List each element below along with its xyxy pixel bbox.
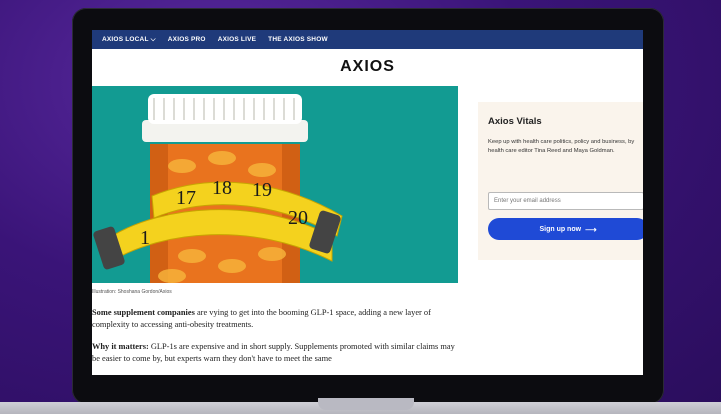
tape-number: 20 <box>288 207 308 229</box>
paragraph-lead: Some supplement companies <box>92 308 195 317</box>
browser-screen: AXIOS LOCAL ⌵ AXIOS PRO AXIOS LIVE THE AX… <box>92 30 643 375</box>
tape-number: 18 <box>212 177 232 199</box>
nav-axios-live[interactable]: AXIOS LIVE <box>218 36 256 43</box>
tape-number: 1 <box>140 227 150 249</box>
newsletter-title: Axios Vitals <box>488 116 542 127</box>
article-paragraph: Some supplement companies are vying to g… <box>92 307 462 331</box>
nav-axios-local[interactable]: AXIOS LOCAL ⌵ <box>102 36 156 44</box>
logo-row: AXIOS <box>92 49 643 85</box>
nav-axios-pro[interactable]: AXIOS PRO <box>168 36 206 43</box>
axios-logo[interactable]: AXIOS <box>340 58 395 76</box>
newsletter-signup-card: Axios Vitals Keep up with health care po… <box>478 102 643 260</box>
tape-number: 19 <box>252 179 272 201</box>
email-input[interactable]: Enter your email address <box>488 192 643 210</box>
arrow-right-icon: ⟶ <box>585 224 597 234</box>
newsletter-description: Keep up with health care politics, polic… <box>488 139 635 154</box>
paragraph-lead: Why it matters: <box>92 342 149 351</box>
signup-label: Sign up now <box>539 225 582 233</box>
tape-number: 17 <box>176 187 196 209</box>
article-paragraph: Why it matters: GLP-1s are expensive and… <box>92 341 462 365</box>
pill-bottle-illustration: 17 18 19 20 1 <box>93 94 343 283</box>
signup-button[interactable]: Sign up now ⟶ <box>488 218 643 240</box>
nav-axios-show[interactable]: THE AXIOS SHOW <box>268 36 328 43</box>
image-caption: Illustration: Shoshana Gordon/Axios <box>92 289 172 295</box>
top-nav: AXIOS LOCAL ⌵ AXIOS PRO AXIOS LIVE THE AX… <box>92 30 643 49</box>
laptop-notch <box>318 398 414 410</box>
hero-image: 17 18 19 20 1 <box>92 86 458 283</box>
article-body: Some supplement companies are vying to g… <box>92 307 462 375</box>
chevron-down-icon[interactable]: ⌵ <box>151 36 156 43</box>
